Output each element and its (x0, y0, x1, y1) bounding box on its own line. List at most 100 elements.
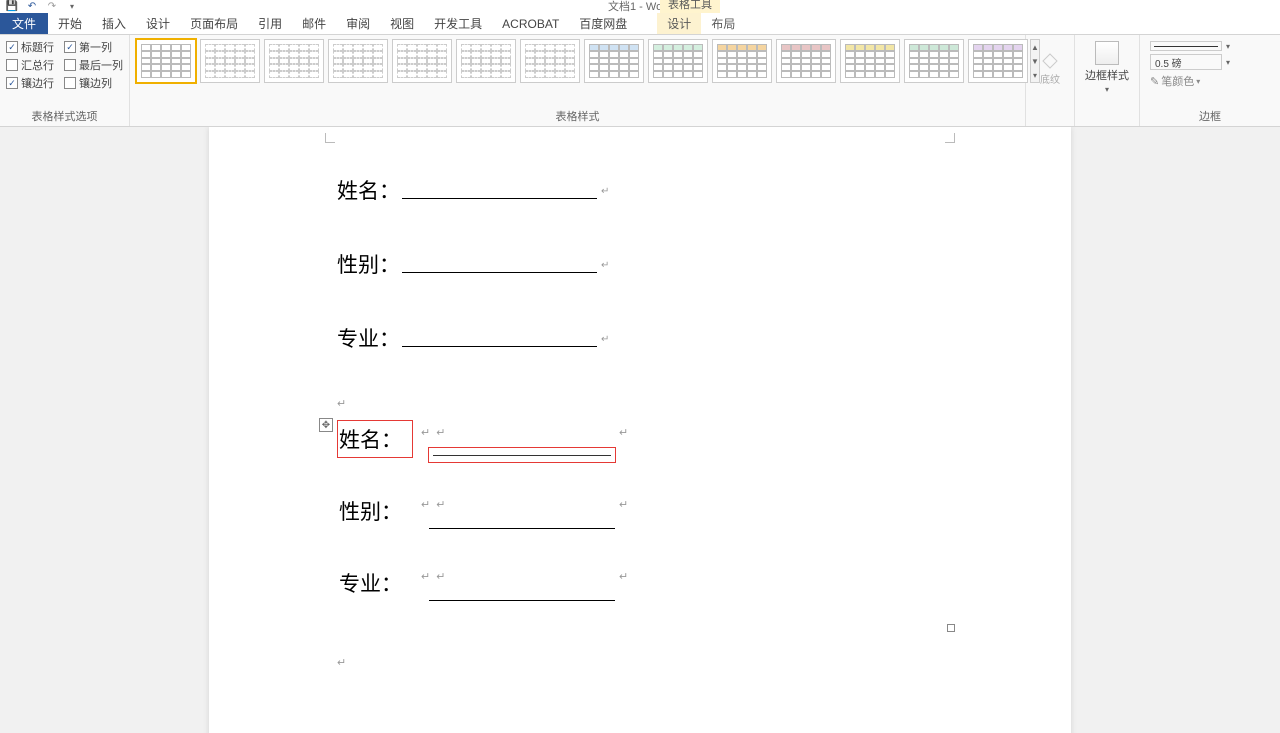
table-style-thumb[interactable] (648, 39, 708, 83)
chevron-down-icon: ▾ (1226, 58, 1230, 67)
chk-header-row-label: 标题行 (21, 39, 54, 55)
margin-mark (325, 133, 335, 143)
tab-review[interactable]: 审阅 (336, 13, 380, 34)
chk-total-row[interactable]: 汇总行 (6, 57, 54, 73)
group-table-styles: ▲▼▾ 表格样式 (130, 35, 1026, 126)
table-style-thumb[interactable] (584, 39, 644, 83)
tab-table-layout[interactable]: 布局 (701, 13, 745, 34)
cell-mark-icon: ↵ (421, 498, 430, 511)
tab-baidu[interactable]: 百度网盘 (569, 13, 637, 34)
tab-view[interactable]: 视图 (380, 13, 424, 34)
tab-insert[interactable]: 插入 (92, 13, 136, 34)
chk-banded-row[interactable]: ✓镶边行 (6, 75, 54, 91)
table-style-thumb[interactable] (776, 39, 836, 83)
pen-icon: ✎ (1150, 75, 1159, 88)
chk-banded-row-label: 镶边行 (21, 75, 54, 91)
tab-file[interactable]: 文件 (0, 13, 48, 34)
table-style-thumb[interactable] (264, 39, 324, 83)
cell-label-gender[interactable]: 性别： (337, 492, 413, 530)
table-style-thumb[interactable] (520, 39, 580, 83)
table-style-thumb[interactable] (136, 39, 196, 83)
underline (402, 272, 597, 273)
tab-acrobat[interactable]: ACROBAT (492, 13, 569, 34)
chk-banded-col[interactable]: 镶边列 (64, 75, 123, 91)
margin-mark (945, 133, 955, 143)
chevron-down-icon: ▾ (1105, 85, 1109, 94)
tab-developer[interactable]: 开发工具 (424, 13, 492, 34)
table-style-thumb[interactable] (456, 39, 516, 83)
table-row: 性别： ↵ ↵ ↵ (337, 492, 951, 554)
group-border-styles: 边框样式 ▾ (1075, 35, 1140, 126)
shading-label: 底纹 (1040, 71, 1060, 86)
line-weight-picker[interactable]: 0.5 磅 ▾ (1150, 54, 1270, 70)
shading-button[interactable]: 底纹 (1032, 39, 1068, 95)
quick-access-toolbar: 💾 ↶ ↷ ▾ (0, 0, 80, 13)
pen-color-picker[interactable]: ✎笔颜色▾ (1150, 73, 1270, 89)
form-row-gender: 性别： ↵ (337, 249, 951, 279)
group-shading: 底纹 (1026, 35, 1075, 126)
chk-total-row-label: 汇总行 (21, 57, 54, 73)
title-bar: 💾 ↶ ↷ ▾ 文档1 - Word 表格工具 (0, 0, 1280, 13)
form-row-major: 专业： ↵ (337, 323, 951, 353)
tab-page-layout[interactable]: 页面布局 (180, 13, 248, 34)
table-move-handle-icon[interactable]: ✥ (319, 418, 333, 432)
cell-label-name[interactable]: 姓名： (337, 420, 413, 458)
group-label-borders: 边框 (1146, 108, 1274, 124)
save-icon[interactable]: 💾 (4, 0, 20, 13)
table-style-thumb[interactable] (712, 39, 772, 83)
page-content[interactable]: 姓名： ↵ 性别： ↵ 专业： ↵ ↵ ✥ 姓名： (209, 135, 1071, 719)
table-style-thumb[interactable] (392, 39, 452, 83)
cell-mark-icon: ↵ (421, 426, 430, 439)
tab-home[interactable]: 开始 (48, 13, 92, 34)
paragraph-mark-icon: ↵ (337, 656, 951, 669)
table-style-thumb[interactable] (904, 39, 964, 83)
underline (402, 346, 597, 347)
chevron-down-icon: ▾ (1226, 42, 1230, 51)
tab-table-design[interactable]: 设计 (657, 13, 701, 34)
table-style-thumb[interactable] (968, 39, 1028, 83)
border-styles-label: 边框样式 (1085, 67, 1129, 83)
group-label-tso: 表格样式选项 (6, 108, 123, 124)
chevron-down-icon: ▾ (1196, 77, 1200, 86)
table-style-thumb[interactable] (328, 39, 388, 83)
chk-last-col-label: 最后一列 (79, 57, 123, 73)
chk-first-col[interactable]: ✓第一列 (64, 39, 123, 55)
document-area[interactable]: 姓名： ↵ 性别： ↵ 专业： ↵ ↵ ✥ 姓名： (0, 127, 1280, 733)
group-table-style-options: ✓标题行 ✓第一列 汇总行 最后一列 ✓镶边行 镶边列 表格样式选项 (0, 35, 130, 126)
table-style-thumb[interactable] (200, 39, 260, 83)
undo-icon[interactable]: ↶ (24, 0, 40, 13)
border-styles-icon (1095, 41, 1119, 65)
cell-label-major[interactable]: 专业： (337, 564, 413, 602)
cell-end-mark-icon: ↵ (619, 492, 633, 511)
table-style-thumb[interactable] (840, 39, 900, 83)
chk-header-row[interactable]: ✓标题行 (6, 39, 54, 55)
table[interactable]: ✥ 姓名： ↵↵ ↵ 性别： ↵↵ (337, 420, 951, 626)
cell-end-mark-icon: ↵ (619, 564, 633, 583)
group-borders: ▾ 0.5 磅▾ ✎笔颜色▾ 边框 (1140, 35, 1280, 126)
label-gender: 性别： (337, 249, 400, 279)
pen-color-label: 笔颜色 (1161, 73, 1194, 89)
group-label-styles: 表格样式 (136, 108, 1019, 124)
label-name: 姓名： (337, 175, 400, 205)
cell-mark-icon: ↵ (436, 426, 445, 439)
ribbon-tabs: 文件 开始 插入 设计 页面布局 引用 邮件 审阅 视图 开发工具 ACROBA… (0, 13, 1280, 35)
form-row-name: 姓名： ↵ (337, 175, 951, 205)
cell-mark-icon: ↵ (436, 570, 445, 583)
qat-more-icon[interactable]: ▾ (64, 0, 80, 13)
paragraph-mark-icon: ↵ (601, 186, 609, 197)
paragraph-mark-icon: ↵ (601, 260, 609, 271)
tab-mailings[interactable]: 邮件 (292, 13, 336, 34)
paragraph-mark-icon: ↵ (601, 334, 609, 345)
border-styles-button[interactable]: 边框样式 ▾ (1081, 39, 1133, 96)
tab-references[interactable]: 引用 (248, 13, 292, 34)
line-style-picker[interactable]: ▾ (1150, 41, 1270, 51)
chk-last-col[interactable]: 最后一列 (64, 57, 123, 73)
redo-icon[interactable]: ↷ (44, 0, 60, 13)
underline (402, 198, 597, 199)
cell-mark-icon: ↵ (421, 570, 430, 583)
table-row: 专业： ↵ ↵ ↵ (337, 564, 951, 626)
line-weight-value: 0.5 磅 (1155, 55, 1182, 70)
tab-design[interactable]: 设计 (136, 13, 180, 34)
table-resize-handle-icon[interactable] (947, 624, 955, 632)
cell-mark-icon: ↵ (436, 498, 445, 511)
